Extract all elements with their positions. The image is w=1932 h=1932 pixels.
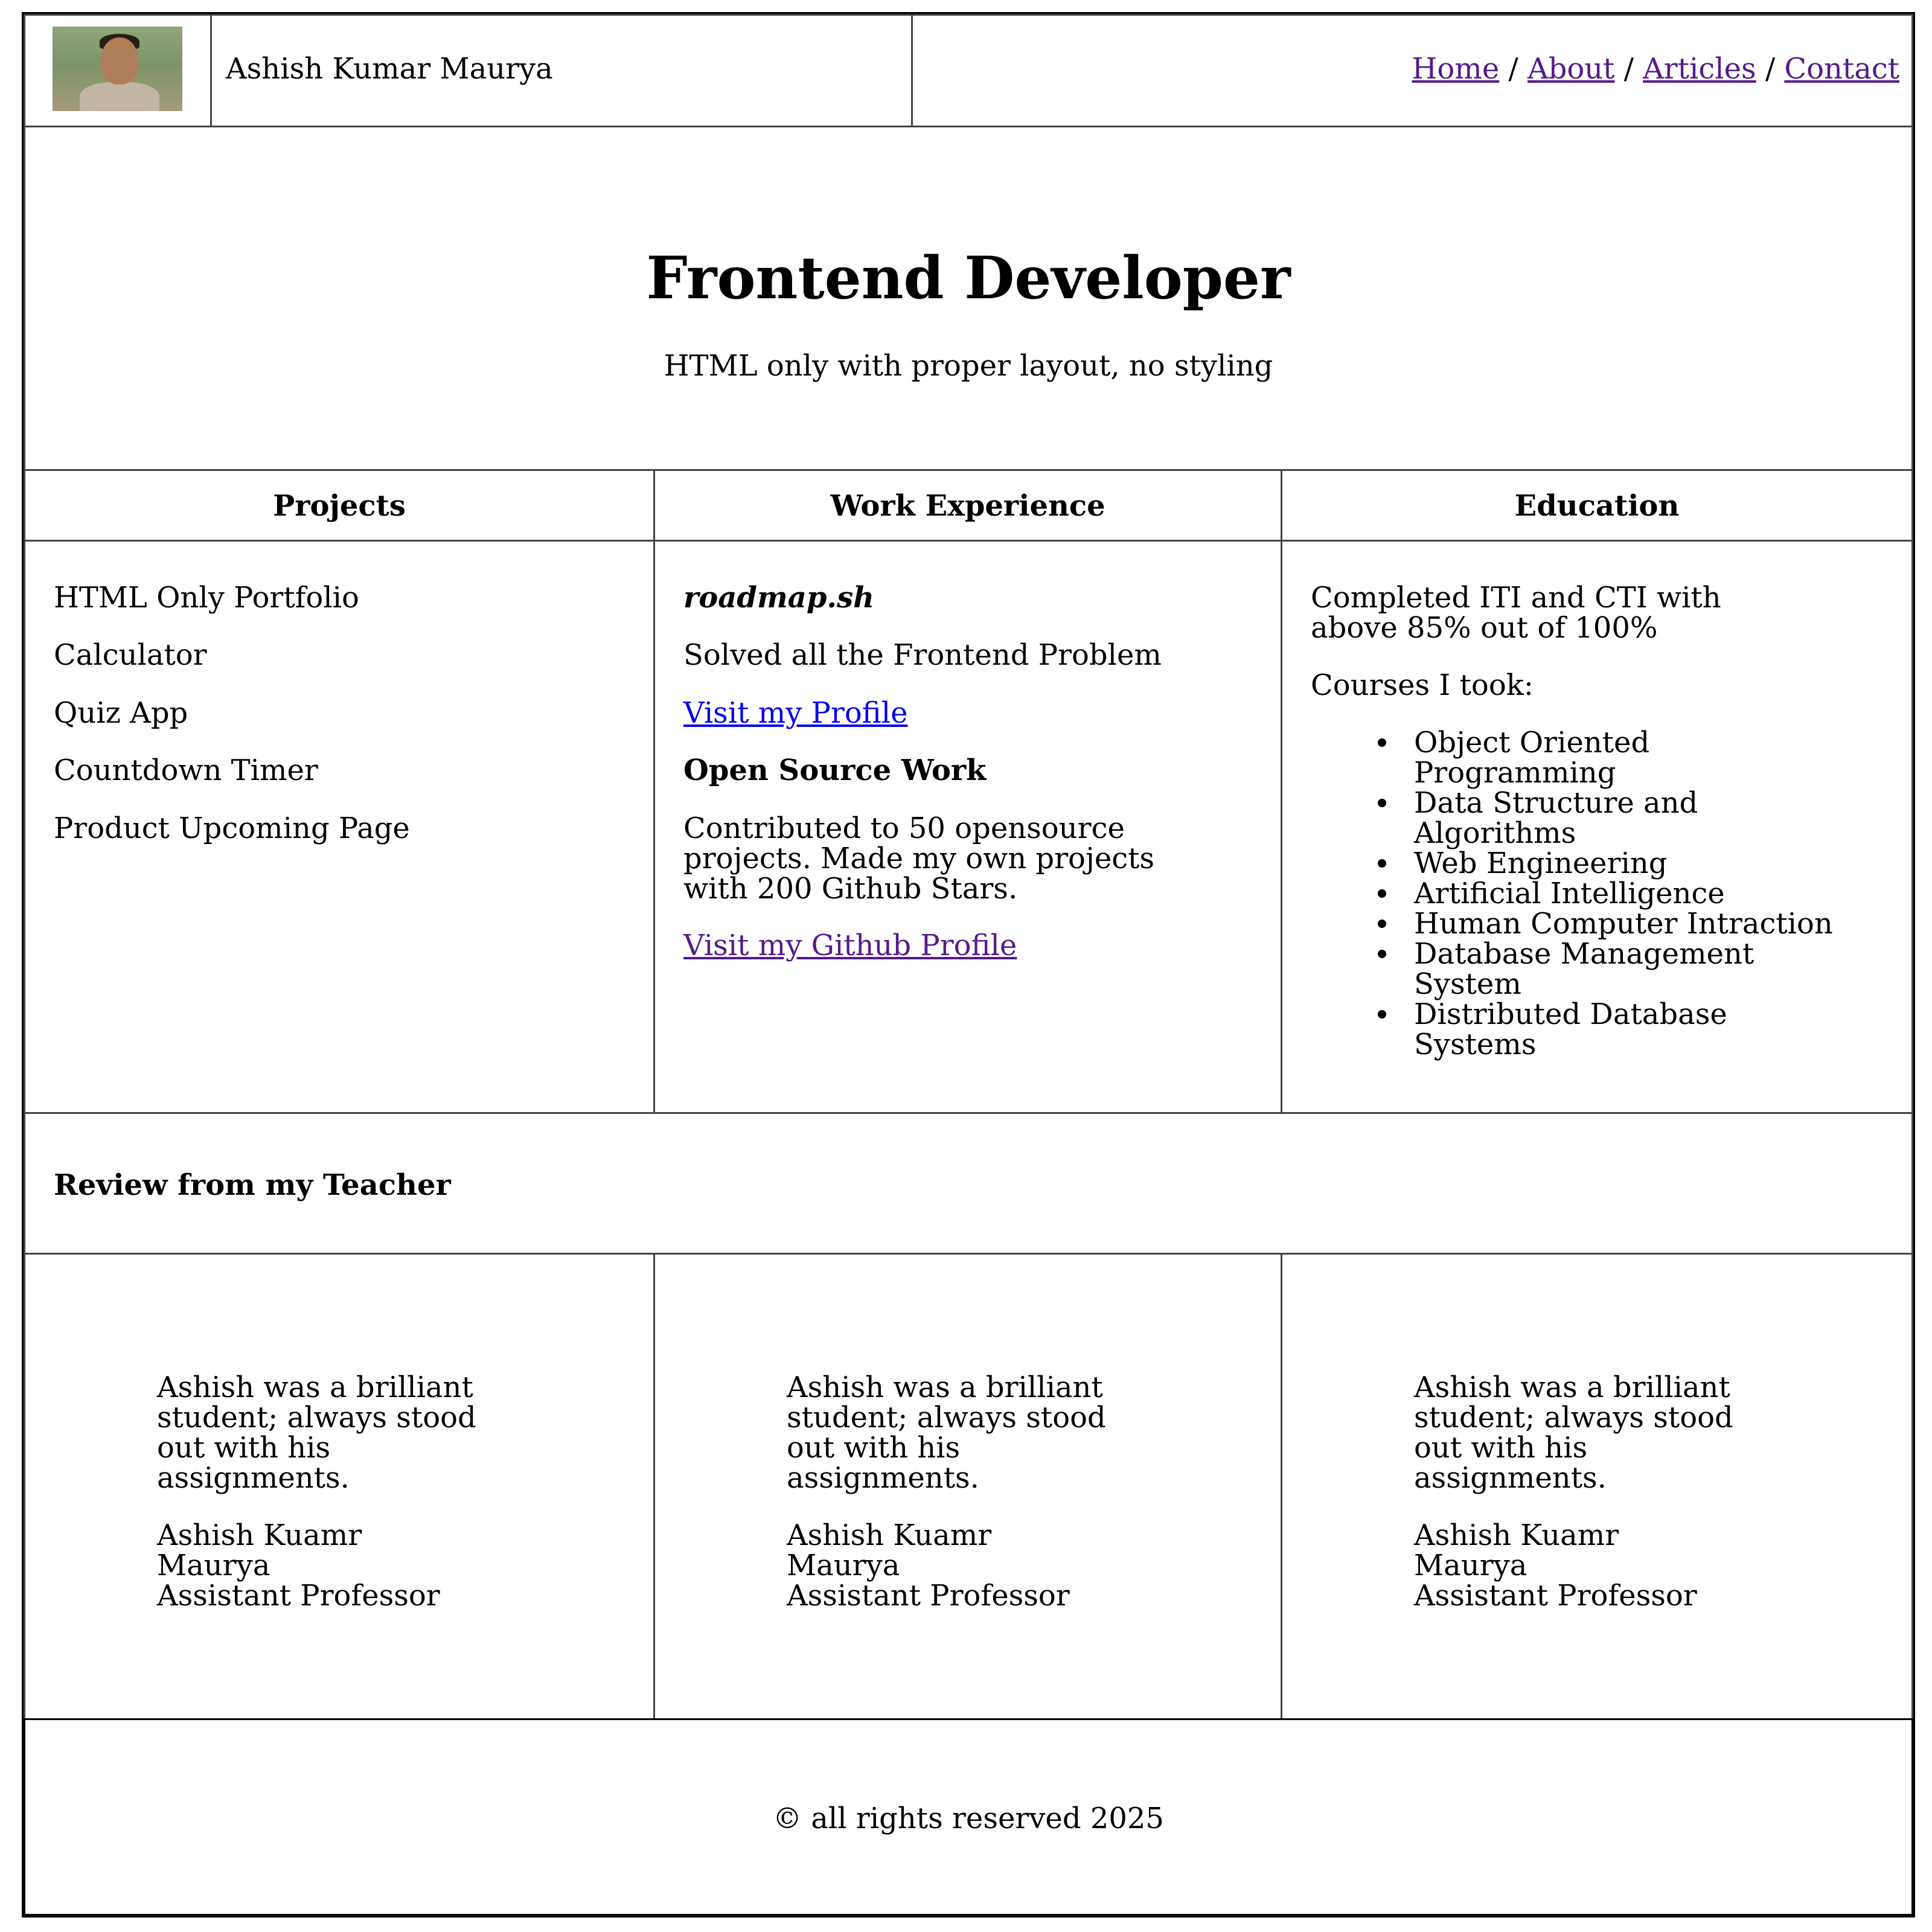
course-item: Distributed Database Systems — [1378, 999, 1833, 1060]
review-card: Ashish was a brilliant student; always s… — [653, 1253, 1282, 1720]
work-body-cell: roadmap.sh Solved all the Frontend Probl… — [653, 540, 1282, 1114]
work-heading: Work Experience — [830, 489, 1105, 523]
course-item: Web Engineering — [1378, 848, 1833, 878]
course-item: Artificial Intelligence — [1378, 878, 1833, 909]
nav-contact-link[interactable]: Contact — [1784, 52, 1899, 86]
open-source-heading: Open Source Work — [683, 753, 987, 787]
github-profile-link[interactable]: Visit my Github Profile — [683, 930, 1017, 961]
review-card: Ashish was a brilliant student; always s… — [1281, 1253, 1913, 1720]
education-heading: Education — [1514, 489, 1680, 523]
course-item: Human Computer Intraction — [1378, 909, 1833, 939]
review-quote: Ashish was a brilliant student; always s… — [1414, 1371, 1733, 1495]
hero-title: Frontend Developer — [646, 244, 1291, 312]
work-header-cell: Work Experience — [653, 469, 1282, 542]
nav-separator: / — [1765, 52, 1776, 86]
education-summary: Completed ITI and CTI with above 85% out… — [1311, 581, 1721, 645]
bullet-icon — [1378, 920, 1386, 928]
review-card: Ashish was a brilliant student; always s… — [24, 1253, 655, 1720]
reviews-heading-cell: Review from my Teacher — [24, 1112, 1913, 1255]
education-body-cell: Completed ITI and CTI with above 85% out… — [1281, 540, 1913, 1114]
review-quote: Ashish was a brilliant student; always s… — [157, 1371, 476, 1495]
bullet-icon — [1378, 950, 1386, 958]
project-item: Countdown Timer — [54, 753, 318, 787]
name-cell: Ashish Kumar Maurya — [210, 14, 913, 127]
profile-link[interactable]: Visit my Profile — [683, 698, 908, 728]
nav-home-link[interactable]: Home — [1412, 52, 1500, 86]
footer: © all rights reserved 2025 — [24, 1718, 1913, 1916]
company-name: roadmap.sh — [683, 581, 875, 615]
review-author: Ashish Kuamr Maurya Assistant Professor — [787, 1518, 1070, 1613]
hero-section: Frontend Developer HTML only with proper… — [24, 126, 1913, 471]
nav-separator: / — [1508, 52, 1518, 86]
project-item: Calculator — [54, 638, 207, 672]
projects-heading: Projects — [273, 489, 406, 523]
bullet-icon — [1378, 1010, 1386, 1019]
review-author: Ashish Kuamr Maurya Assistant Professor — [1414, 1518, 1697, 1613]
review-quote: Ashish was a brilliant student; always s… — [787, 1371, 1106, 1495]
courses-label: Courses I took: — [1311, 668, 1534, 702]
project-item: Product Upcoming Page — [54, 811, 410, 845]
site-owner-name: Ashish Kumar Maurya — [226, 52, 553, 86]
copyright-text: © all rights reserved 2025 — [773, 1802, 1164, 1835]
bullet-icon — [1378, 859, 1386, 868]
open-source-description: Contributed to 50 opensource projects. M… — [683, 811, 1155, 906]
reviews-heading: Review from my Teacher — [54, 1168, 451, 1202]
avatar-cell — [24, 14, 212, 127]
nav-cell: Home / About / Articles / Contact — [911, 14, 1913, 127]
hero-subtitle: HTML only with proper layout, no styling — [664, 349, 1273, 383]
bullet-icon — [1378, 889, 1386, 898]
nav-about-link[interactable]: About — [1527, 52, 1615, 86]
courses-list: Object Oriented Programming Data Structur… — [1378, 728, 1833, 1060]
company-description: Solved all the Frontend Problem — [683, 638, 1162, 672]
projects-body-cell: HTML Only Portfolio Calculator Quiz App … — [24, 540, 655, 1114]
avatar — [53, 27, 182, 111]
bullet-icon — [1378, 738, 1386, 747]
course-item: Object Oriented Programming — [1378, 728, 1833, 788]
nav-articles-link[interactable]: Articles — [1643, 52, 1756, 86]
projects-header-cell: Projects — [24, 469, 655, 542]
project-item: HTML Only Portfolio — [54, 581, 359, 615]
course-item: Database Management System — [1378, 939, 1833, 999]
review-author: Ashish Kuamr Maurya Assistant Professor — [157, 1518, 440, 1613]
project-item: Quiz App — [54, 696, 188, 730]
nav-separator: / — [1623, 52, 1634, 86]
education-header-cell: Education — [1281, 469, 1913, 542]
course-item: Data Structure and Algorithms — [1378, 788, 1833, 848]
bullet-icon — [1378, 799, 1386, 807]
main-nav: Home / About / Articles / Contact — [1412, 54, 1899, 84]
